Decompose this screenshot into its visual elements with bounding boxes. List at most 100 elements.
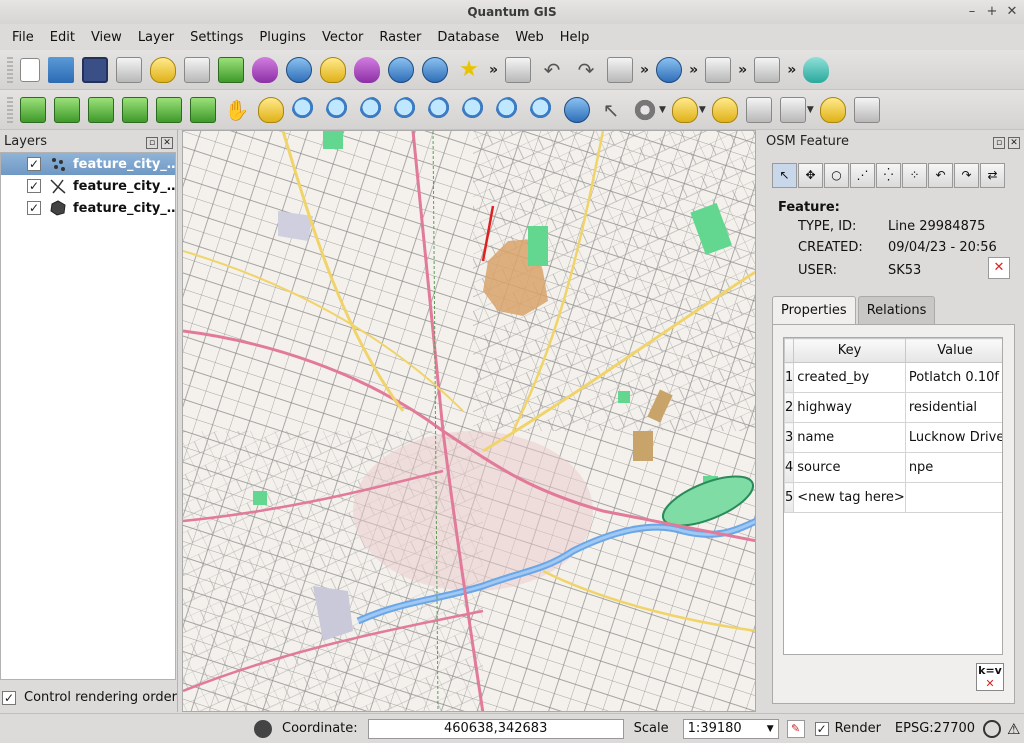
- warning-icon[interactable]: ⚠: [1007, 720, 1020, 738]
- stop-render-icon[interactable]: ✎: [786, 719, 805, 738]
- table-row[interactable]: 1 created_by Potlatch 0.10f: [784, 362, 1002, 393]
- layer-visibility-checkbox[interactable]: ✓: [27, 179, 41, 193]
- add-wcs-layer-icon[interactable]: [422, 56, 448, 83]
- menu-edit[interactable]: Edit: [42, 30, 83, 45]
- osm-export-icon[interactable]: [190, 96, 216, 123]
- menu-settings[interactable]: Settings: [182, 30, 251, 45]
- zoom-to-layer-icon[interactable]: [462, 96, 488, 123]
- mouse-coord-toggle-icon[interactable]: [254, 719, 272, 738]
- table-row[interactable]: 5 <new tag here>: [784, 482, 1002, 513]
- tag-key[interactable]: <new tag here>: [793, 482, 906, 513]
- osm-import-icon[interactable]: [156, 96, 182, 123]
- undo-icon[interactable]: ↶: [539, 57, 565, 83]
- new-print-composer-icon[interactable]: [150, 56, 176, 83]
- pan-to-selection-icon[interactable]: [258, 96, 284, 123]
- value-column-header[interactable]: Value: [904, 338, 1002, 363]
- maximize-button[interactable]: +: [984, 0, 1000, 24]
- toolbar-overflow-icon[interactable]: »: [489, 62, 498, 78]
- create-polygon-icon[interactable]: ⁛: [876, 163, 901, 188]
- undo-icon[interactable]: ↶: [928, 163, 953, 188]
- zoom-out-icon[interactable]: [326, 96, 352, 123]
- chevron-down-icon[interactable]: ▼: [807, 105, 814, 115]
- add-wms-layer-icon[interactable]: [388, 56, 414, 83]
- add-postgis-layer-icon[interactable]: [286, 56, 312, 83]
- layer-visibility-checkbox[interactable]: ✓: [27, 201, 41, 215]
- deselect-icon[interactable]: [711, 96, 738, 123]
- add-wfs-layer-icon[interactable]: ★: [456, 57, 482, 83]
- tag-value[interactable]: npe: [904, 452, 1002, 483]
- chevron-down-icon[interactable]: ▼: [699, 105, 706, 115]
- toolbar-grip[interactable]: [7, 56, 13, 83]
- remove-tag-button[interactable]: k=v ✕: [976, 663, 1004, 691]
- zoom-in-icon[interactable]: [292, 96, 318, 123]
- redo-icon[interactable]: ↷: [954, 163, 979, 188]
- measure-icon[interactable]: [779, 96, 806, 123]
- tab-properties[interactable]: Properties: [772, 296, 856, 324]
- menu-file[interactable]: File: [4, 30, 42, 45]
- create-relation-icon[interactable]: ⁘: [902, 163, 927, 188]
- key-column-header[interactable]: Key: [793, 338, 906, 363]
- tag-value[interactable]: [904, 482, 1002, 513]
- menu-layer[interactable]: Layer: [130, 30, 182, 45]
- menu-help[interactable]: Help: [552, 30, 598, 45]
- advanced-digitize-icon[interactable]: [705, 56, 732, 83]
- open-project-icon[interactable]: [48, 56, 74, 83]
- layer-item[interactable]: ✓ feature_city_…: [1, 197, 175, 219]
- tag-value[interactable]: Potlatch 0.10f: [904, 362, 1002, 393]
- save-project-icon[interactable]: [82, 56, 108, 83]
- menu-database[interactable]: Database: [429, 30, 507, 45]
- add-raster-layer-icon[interactable]: [252, 56, 278, 83]
- new-project-icon[interactable]: [20, 57, 40, 82]
- move-feature-icon[interactable]: ✥: [798, 163, 823, 188]
- tag-value[interactable]: Lucknow Drive: [904, 422, 1002, 453]
- save-as-icon[interactable]: [116, 56, 142, 83]
- select-features-icon[interactable]: [671, 96, 698, 123]
- close-panel-icon[interactable]: ✕: [1008, 136, 1020, 149]
- label-icon[interactable]: [754, 56, 781, 83]
- identify-feature-icon[interactable]: ↖: [772, 163, 797, 188]
- float-panel-icon[interactable]: ▫: [993, 136, 1005, 149]
- toolbar-overflow-icon[interactable]: »: [640, 62, 649, 78]
- attribute-table-icon[interactable]: [745, 96, 772, 123]
- layer-visibility-checkbox[interactable]: ✓: [27, 157, 41, 171]
- osm-download-icon[interactable]: [88, 96, 114, 123]
- digitize-icon[interactable]: [656, 56, 683, 83]
- menu-view[interactable]: View: [83, 30, 130, 45]
- zoom-last-icon[interactable]: [496, 96, 522, 123]
- table-row[interactable]: 2 highway residential: [784, 392, 1002, 423]
- pan-icon[interactable]: ✋: [224, 97, 250, 123]
- zoom-next-icon[interactable]: [530, 96, 556, 123]
- table-row[interactable]: 4 source npe: [784, 452, 1002, 483]
- add-spatialite-layer-icon[interactable]: [320, 56, 346, 83]
- menu-web[interactable]: Web: [507, 30, 551, 45]
- identify-icon[interactable]: ↖: [598, 97, 624, 123]
- scale-combo[interactable]: 1:39180 ▼: [682, 718, 779, 739]
- new-bookmark-icon[interactable]: [853, 96, 880, 123]
- coordinate-field[interactable]: 460638,342683: [367, 718, 624, 739]
- refresh-icon[interactable]: [564, 96, 590, 123]
- tag-key[interactable]: name: [793, 422, 906, 453]
- float-panel-icon[interactable]: ▫: [146, 136, 158, 149]
- create-line-icon[interactable]: ⋰: [850, 163, 875, 188]
- minimize-button[interactable]: –: [964, 0, 980, 24]
- menu-plugins[interactable]: Plugins: [251, 30, 314, 45]
- reverse-line-icon[interactable]: ⇄: [980, 163, 1005, 188]
- close-panel-icon[interactable]: ✕: [161, 136, 173, 149]
- toolbar-grip[interactable]: [7, 96, 13, 123]
- epsg-label[interactable]: EPSG:27700: [895, 721, 975, 736]
- delete-feature-icon[interactable]: ✕: [988, 257, 1010, 279]
- control-rendering-order-checkbox[interactable]: ✓: [2, 690, 16, 705]
- map-canvas[interactable]: [182, 130, 756, 712]
- render-checkbox[interactable]: ✓: [814, 721, 829, 736]
- projection-icon[interactable]: [983, 719, 1002, 738]
- tag-value[interactable]: residential: [904, 392, 1002, 423]
- toolbar-overflow-icon[interactable]: »: [738, 62, 747, 78]
- toolbar-overflow-icon[interactable]: »: [689, 62, 698, 78]
- actions-icon[interactable]: [632, 96, 658, 123]
- tag-key[interactable]: highway: [793, 392, 906, 423]
- zoom-full-icon[interactable]: [394, 96, 420, 123]
- osm-upload-icon[interactable]: [122, 96, 148, 123]
- zoom-to-selection-icon[interactable]: [428, 96, 454, 123]
- layer-item[interactable]: ✓ feature_city_…: [1, 153, 175, 175]
- add-mssql-layer-icon[interactable]: [354, 56, 380, 83]
